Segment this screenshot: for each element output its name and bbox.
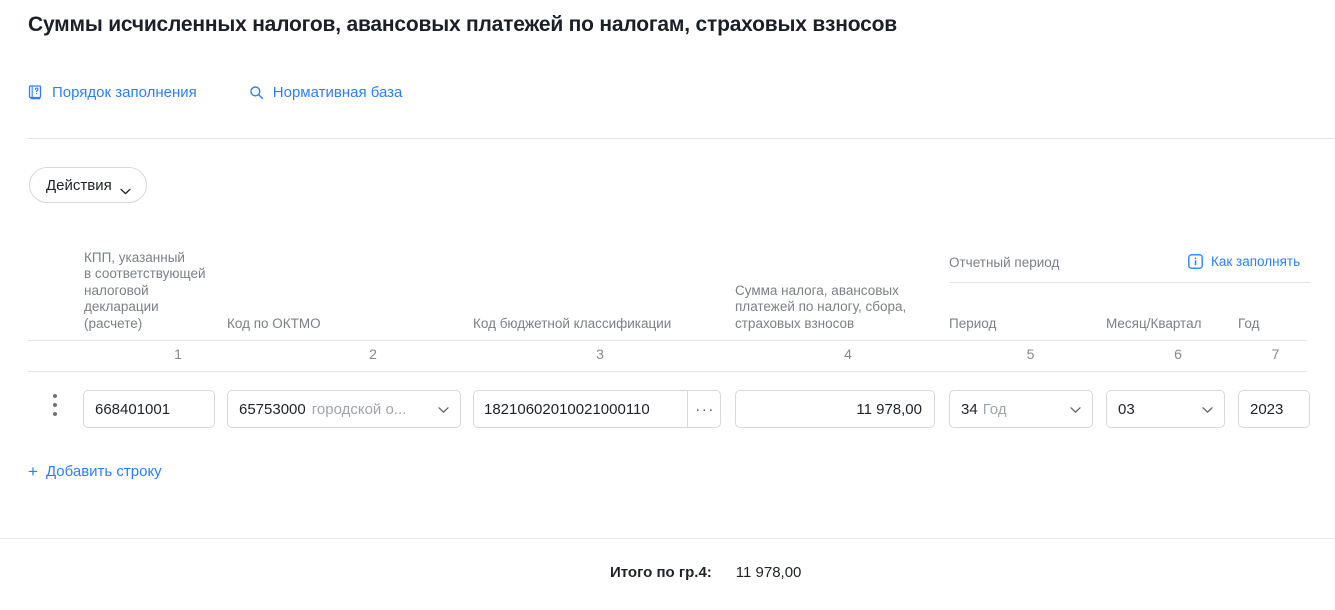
- month-quarter-value: 03: [1118, 400, 1135, 418]
- column-header-amount: Сумма налога, авансовых платежей по нало…: [735, 282, 907, 331]
- column-number: 2: [369, 346, 377, 362]
- search-icon: [249, 85, 264, 100]
- add-row-button[interactable]: + Добавить строку: [28, 463, 162, 480]
- row-menu-icon[interactable]: [46, 394, 64, 416]
- chevron-down-icon: [438, 401, 449, 418]
- book-icon: [28, 85, 43, 100]
- page-root: Суммы исчисленных налогов, авансовых пла…: [0, 0, 1335, 610]
- period-code: 34: [961, 400, 978, 418]
- column-header-month: Месяц/Квартал: [1106, 315, 1202, 331]
- total-label: Итого по гр.4:: [610, 564, 712, 581]
- actions-button-label: Действия: [46, 176, 112, 194]
- kbk-input[interactable]: 18210602010021000110: [473, 390, 687, 428]
- column-header-period: Период: [949, 315, 997, 331]
- column-number: 1: [174, 346, 182, 362]
- link-poryadok-zapolneniya[interactable]: Порядок заполнения: [28, 84, 197, 101]
- period-select[interactable]: 34 Год: [949, 390, 1093, 428]
- add-row-label: Добавить строку: [45, 463, 162, 480]
- chevron-down-icon: [1202, 401, 1213, 418]
- link-normativnaya-baza[interactable]: Нормативная база: [249, 84, 403, 101]
- month-quarter-select[interactable]: 03: [1106, 390, 1225, 428]
- actions-button[interactable]: Действия: [29, 167, 147, 203]
- column-header-oktmo: Код по ОКТМО: [227, 315, 321, 331]
- column-number: 3: [596, 346, 604, 362]
- column-number: 5: [1026, 346, 1035, 362]
- oktmo-code: 65753000: [239, 400, 306, 418]
- chevron-down-icon: [120, 182, 131, 194]
- chevron-down-icon: [1070, 401, 1081, 418]
- kbk-more-button[interactable]: ···: [687, 390, 721, 428]
- column-header-year: Год: [1238, 315, 1260, 331]
- oktmo-name: городской о...: [311, 400, 407, 418]
- total-value: 11 978,00: [735, 564, 802, 581]
- table-header: Отчетный период Как заполнять КПП, указа…: [0, 230, 1335, 340]
- group-header-divider: [949, 282, 1311, 283]
- column-header-kpp: КПП, указанный в соответствующей налогов…: [84, 249, 206, 331]
- column-number-row: 1 2 3 4 5 6 7: [28, 340, 1307, 372]
- oktmo-select[interactable]: 65753000 городской о...: [227, 390, 461, 428]
- footer-divider: [0, 538, 1335, 539]
- page-title: Суммы исчисленных налогов, авансовых пла…: [28, 13, 897, 36]
- link-label: Порядок заполнения: [52, 84, 197, 101]
- header-divider: [28, 138, 1335, 139]
- total-row: Итого по гр.4: 11 978,00: [610, 564, 801, 581]
- link-label: Нормативная база: [272, 84, 403, 101]
- doc-links: Порядок заполнения Нормативная база: [28, 84, 402, 101]
- tax-table: Отчетный период Как заполнять КПП, указа…: [0, 230, 1335, 438]
- plus-icon: +: [28, 462, 38, 481]
- kbk-field-group: 18210602010021000110 ···: [473, 390, 721, 428]
- kpp-input[interactable]: 668401001: [83, 390, 215, 428]
- table-row: 668401001 65753000 городской о... 182106…: [0, 372, 1335, 438]
- column-number: 7: [1271, 346, 1280, 362]
- info-icon: [1188, 254, 1203, 269]
- group-header-label: Отчетный период: [949, 255, 1060, 270]
- year-input[interactable]: 2023: [1238, 390, 1310, 428]
- column-header-kbk: Код бюджетной классификации: [473, 315, 672, 331]
- period-name: Год: [982, 400, 1007, 418]
- how-to-fill-label: Как заполнять: [1211, 254, 1301, 269]
- column-number: 4: [844, 346, 852, 362]
- amount-input[interactable]: 11 978,00: [735, 390, 935, 428]
- how-to-fill-link[interactable]: Как заполнять: [1188, 254, 1300, 269]
